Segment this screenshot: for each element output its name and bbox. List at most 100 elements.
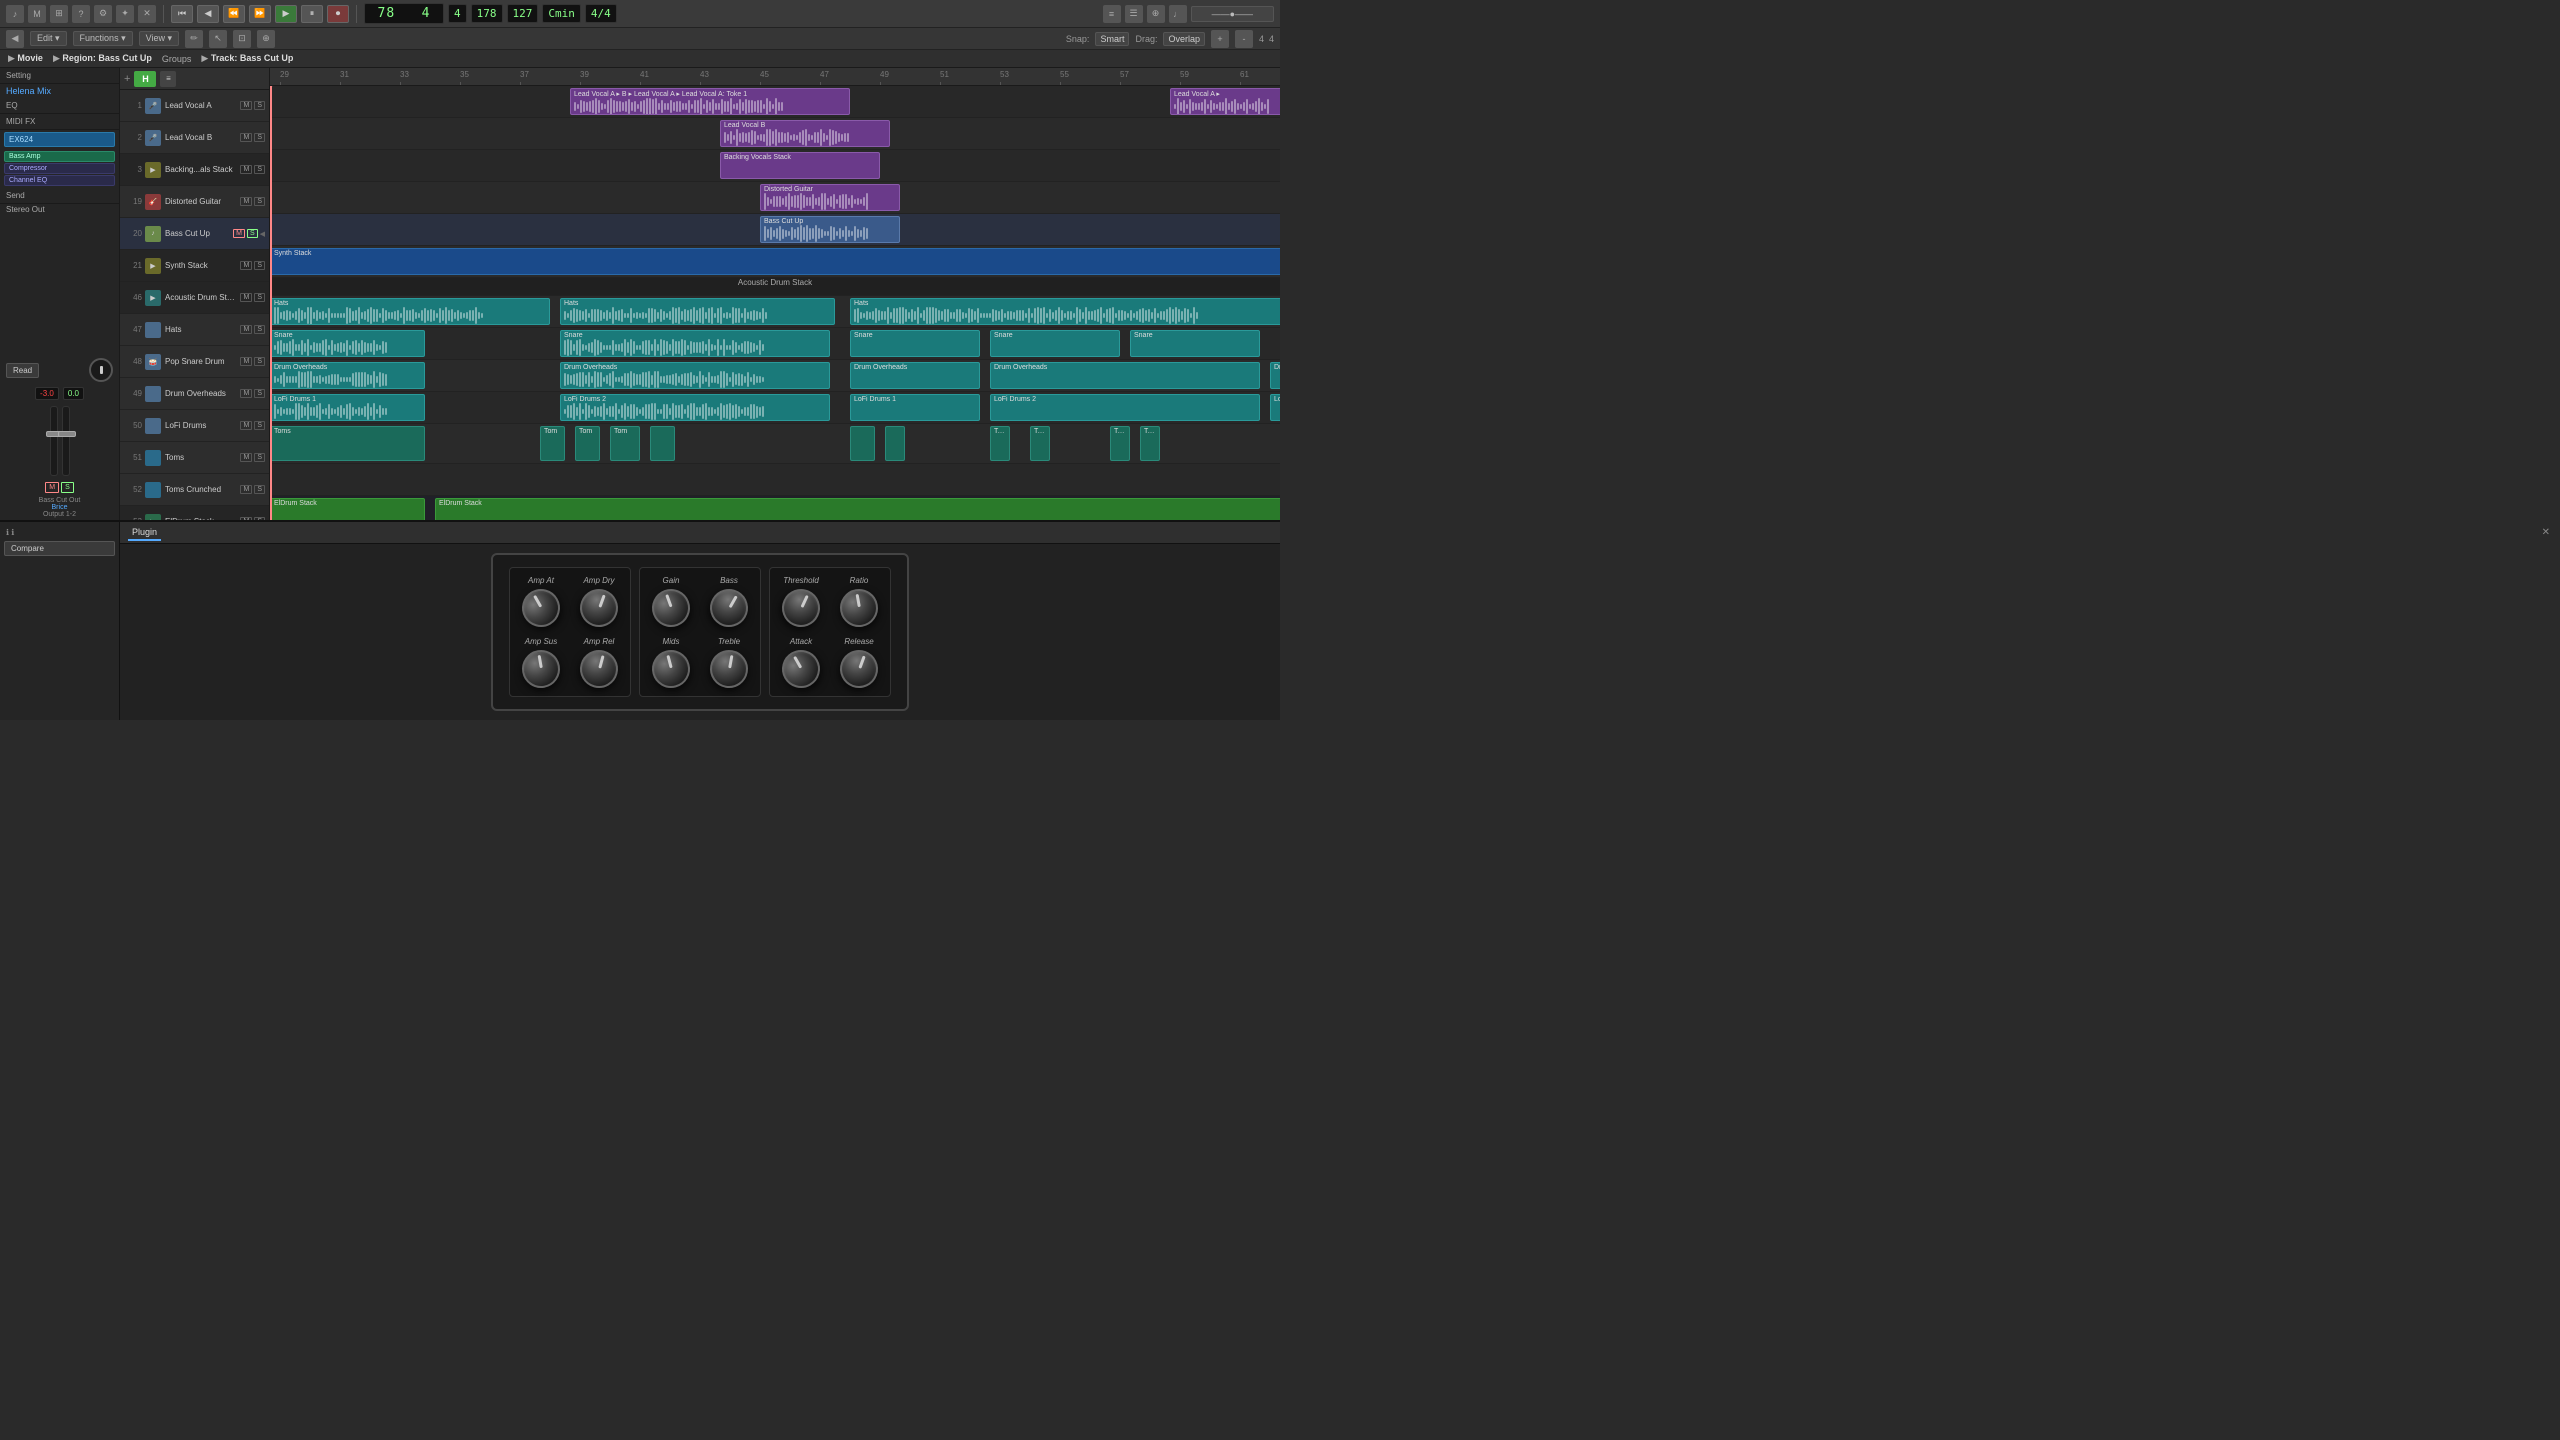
clip-snare-4[interactable]: Snare xyxy=(990,330,1120,357)
clip-tom-small-4[interactable] xyxy=(650,426,675,461)
mute-47[interactable]: M xyxy=(240,325,252,334)
edit-menu-button[interactable]: Edit xyxy=(30,31,67,46)
volume-slider[interactable]: ——●—— xyxy=(1191,6,1274,22)
mute-button[interactable]: M xyxy=(45,482,59,493)
clip-tom-small-6[interactable] xyxy=(885,426,905,461)
amp-at-knob[interactable] xyxy=(515,582,567,634)
clip-lead-vocal-a-1[interactable]: Lead Vocal A ▸ B ▸ Lead Vocal A ▸ Lead V… xyxy=(570,88,850,115)
bass-amp-plugin[interactable]: Bass Amp xyxy=(4,151,115,162)
midi2-icon[interactable]: ⊕ xyxy=(1147,5,1165,23)
mute-19[interactable]: M xyxy=(240,197,252,206)
clip-overheads-5[interactable]: Drum Overheads xyxy=(1270,362,1280,389)
pan-knob[interactable] xyxy=(89,358,113,382)
clip-snare-1[interactable]: Snare xyxy=(270,330,425,357)
channel-eq-plugin[interactable]: Channel EQ xyxy=(4,175,115,186)
clip-lofi-3[interactable]: LoFi Drums 1 xyxy=(850,394,980,421)
clip-overheads-2[interactable]: Drum Overheads xyxy=(560,362,830,389)
mute-2[interactable]: M xyxy=(240,133,252,142)
mute-50[interactable]: M xyxy=(240,421,252,430)
solo-1[interactable]: S xyxy=(254,101,265,110)
track-row-21[interactable]: 21 ▶ Synth Stack M S xyxy=(120,250,269,282)
clip-lofi-4[interactable]: LoFi Drums 2 xyxy=(990,394,1260,421)
mute-52[interactable]: M xyxy=(240,485,252,494)
fader-track-left[interactable] xyxy=(50,406,58,476)
solo-49[interactable]: S xyxy=(254,389,265,398)
track-row-3[interactable]: 3 ▶ Backing...als Stack M S xyxy=(120,154,269,186)
clip-snare-3[interactable]: Snare xyxy=(850,330,980,357)
solo-47[interactable]: S xyxy=(254,325,265,334)
pencil-icon[interactable]: ✏ xyxy=(185,30,203,48)
mute-46[interactable]: M xyxy=(240,293,252,302)
mute-51[interactable]: M xyxy=(240,453,252,462)
compressor-plugin[interactable]: Compressor xyxy=(4,163,115,174)
clip-bass-cut-up[interactable]: Bass Cut Up xyxy=(760,216,900,243)
solo-button[interactable]: S xyxy=(61,482,74,493)
clip-overheads-4[interactable]: Drum Overheads xyxy=(990,362,1260,389)
fast-rewind-button[interactable]: ⏪ xyxy=(223,5,245,23)
mixer-icon[interactable]: ≡ xyxy=(1103,5,1121,23)
helena-mix-label[interactable]: Helena Mix xyxy=(0,84,119,98)
fader-track-right[interactable] xyxy=(62,406,70,476)
amp-rel-knob[interactable] xyxy=(576,646,623,693)
mute-53[interactable]: M xyxy=(240,517,252,520)
attack-knob[interactable] xyxy=(775,643,827,695)
mids-knob[interactable] xyxy=(648,646,695,693)
clip-overheads-3[interactable]: Drum Overheads xyxy=(850,362,980,389)
clip-lead-vocal-b[interactable]: Lead Vocal B xyxy=(720,120,890,147)
clip-tom-small-9[interactable]: Toms xyxy=(1110,426,1130,461)
track-options-icon[interactable]: ≡ xyxy=(160,71,176,87)
track-row-19[interactable]: 19 🎸 Distorted Guitar M S xyxy=(120,186,269,218)
clip-tom-small-10[interactable]: Toms xyxy=(1140,426,1160,461)
track-row-51[interactable]: 51 Toms M S xyxy=(120,442,269,474)
bass-knob[interactable] xyxy=(703,582,755,634)
amp-dry-knob[interactable] xyxy=(575,584,624,633)
solo-52[interactable]: S xyxy=(254,485,265,494)
solo-46[interactable]: S xyxy=(254,293,265,302)
marquee-icon[interactable]: ⊡ xyxy=(233,30,251,48)
track-row-53[interactable]: 53 ▶ ElDrum Stack M S xyxy=(120,506,269,520)
treble-knob[interactable] xyxy=(707,647,751,691)
pause-button[interactable]: ⏸ xyxy=(301,5,323,23)
track-row-50[interactable]: 50 LoFi Drums M S xyxy=(120,410,269,442)
lock-icon[interactable]: ✕ xyxy=(138,5,156,23)
solo-51[interactable]: S xyxy=(254,453,265,462)
track-row-48[interactable]: 48 🥁 Pop Snare Drum M S xyxy=(120,346,269,378)
list-icon[interactable]: ☰ xyxy=(1125,5,1143,23)
zoom-icon[interactable]: ⊕ xyxy=(257,30,275,48)
solo-2[interactable]: S xyxy=(254,133,265,142)
clip-lofi-1[interactable]: LoFi Drums 1 xyxy=(270,394,425,421)
close-bottom-button[interactable]: ✕ xyxy=(2542,527,2550,538)
mute-20[interactable]: M xyxy=(233,229,245,238)
track-row-49[interactable]: 49 Drum Overheads M S xyxy=(120,378,269,410)
help-icon[interactable]: ? xyxy=(72,5,90,23)
mute-21[interactable]: M xyxy=(240,261,252,270)
snap-icon[interactable]: ⊞ xyxy=(50,5,68,23)
zoom-out-icon[interactable]: - xyxy=(1235,30,1253,48)
fader-thumb-right[interactable] xyxy=(58,431,76,437)
bottom-tab-plugin[interactable]: Plugin xyxy=(128,525,161,541)
view-menu-button[interactable]: View xyxy=(139,31,179,46)
fast-forward-button[interactable]: ⏩ xyxy=(249,5,271,23)
functions-menu-button[interactable]: Functions xyxy=(73,31,133,46)
clip-distorted-guitar[interactable]: Distorted Guitar xyxy=(760,184,900,211)
ex624-plugin[interactable]: EX624 xyxy=(4,132,115,147)
app-icon[interactable]: ♪ xyxy=(6,5,24,23)
snap-value[interactable]: Smart xyxy=(1095,32,1129,46)
record-button[interactable]: ⏺ xyxy=(327,5,349,23)
track-row-52[interactable]: 52 Toms Crunched M S xyxy=(120,474,269,506)
clip-tom-small-2[interactable]: Tom xyxy=(575,426,600,461)
settings-icon[interactable]: ⚙ xyxy=(94,5,112,23)
clip-tom-small-8[interactable]: Toms xyxy=(1030,426,1050,461)
add-track-button[interactable]: + xyxy=(124,73,130,85)
clip-tom-small-5[interactable] xyxy=(850,426,875,461)
zoom-in-icon[interactable]: + xyxy=(1211,30,1229,48)
clip-snare-2[interactable]: Snare xyxy=(560,330,830,357)
drag-value[interactable]: Overlap xyxy=(1163,32,1205,46)
mute-1[interactable]: M xyxy=(240,101,252,110)
pointer-icon[interactable]: ↖ xyxy=(209,30,227,48)
h-button[interactable]: H xyxy=(134,71,156,87)
go-start-button[interactable]: ⏮ xyxy=(171,5,193,23)
mute-49[interactable]: M xyxy=(240,389,252,398)
clip-snare-5[interactable]: Snare xyxy=(1130,330,1260,357)
back-arrow-icon[interactable]: ◀ xyxy=(6,30,24,48)
